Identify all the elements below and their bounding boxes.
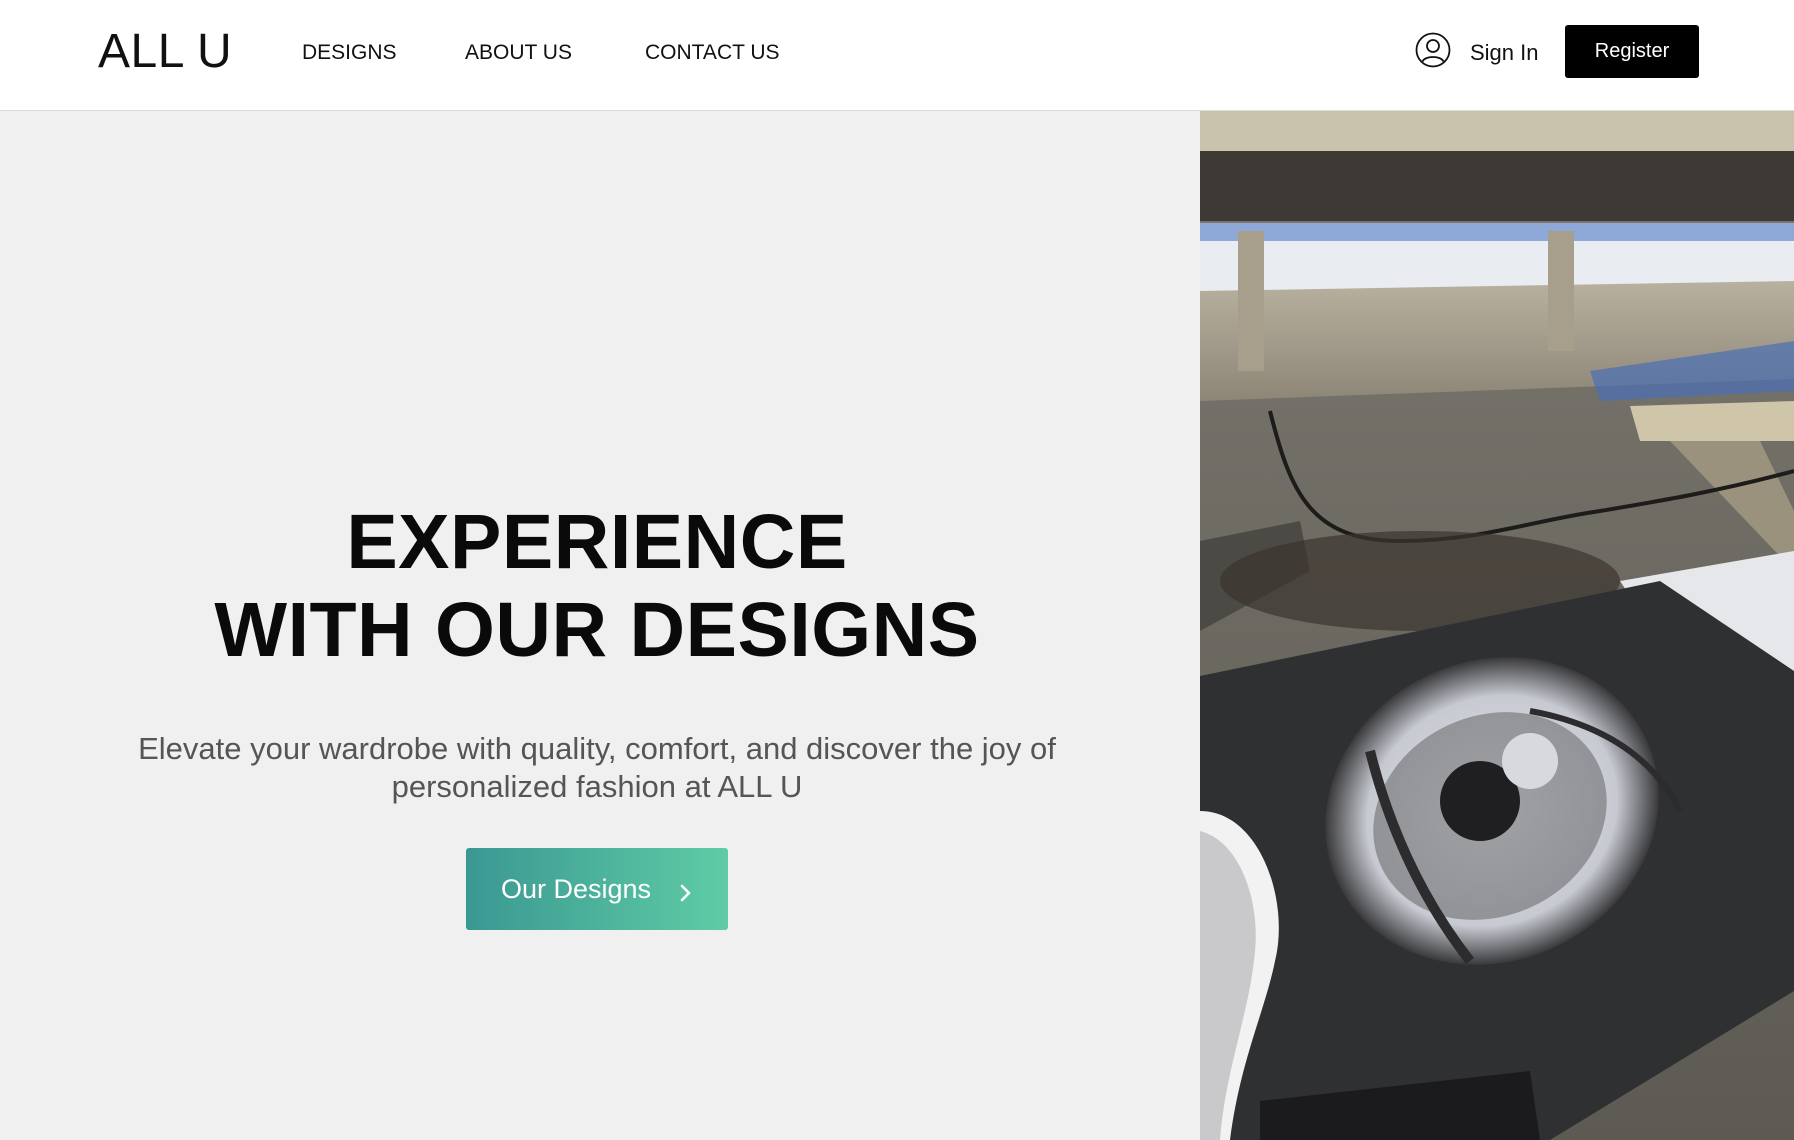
- hero-subtitle: Elevate your wardrobe with quality, comf…: [138, 731, 1056, 804]
- user-circle-icon[interactable]: [1415, 32, 1451, 68]
- hero-section: EXPERIENCE WITH OUR DESIGNS Elevate your…: [0, 111, 1200, 1140]
- chevron-right-icon: [679, 879, 693, 902]
- nav-designs[interactable]: DESIGNS: [302, 40, 397, 66]
- site-header: ALL U DESIGNS ABOUT US CONTACT US Sign I…: [0, 0, 1794, 111]
- register-button[interactable]: Register: [1565, 25, 1699, 78]
- nav-contact-us[interactable]: CONTACT US: [645, 40, 780, 66]
- nav-about-us[interactable]: ABOUT US: [465, 40, 572, 66]
- hero-image: [1200, 111, 1794, 1140]
- screen-printing-photo: [1200, 111, 1794, 1140]
- hero-title: EXPERIENCE WITH OUR DESIGNS: [0, 498, 1194, 674]
- site-logo[interactable]: ALL U: [98, 24, 232, 80]
- our-designs-label: Our Designs: [500, 873, 652, 904]
- landing-page: ALL U DESIGNS ABOUT US CONTACT US Sign I…: [0, 0, 1794, 1140]
- sign-in-link[interactable]: Sign In: [1470, 39, 1539, 67]
- hero-title-line-2: WITH OUR DESIGNS: [214, 587, 980, 673]
- our-designs-button[interactable]: Our Designs: [466, 848, 728, 930]
- hero-title-line-1: EXPERIENCE: [346, 499, 848, 585]
